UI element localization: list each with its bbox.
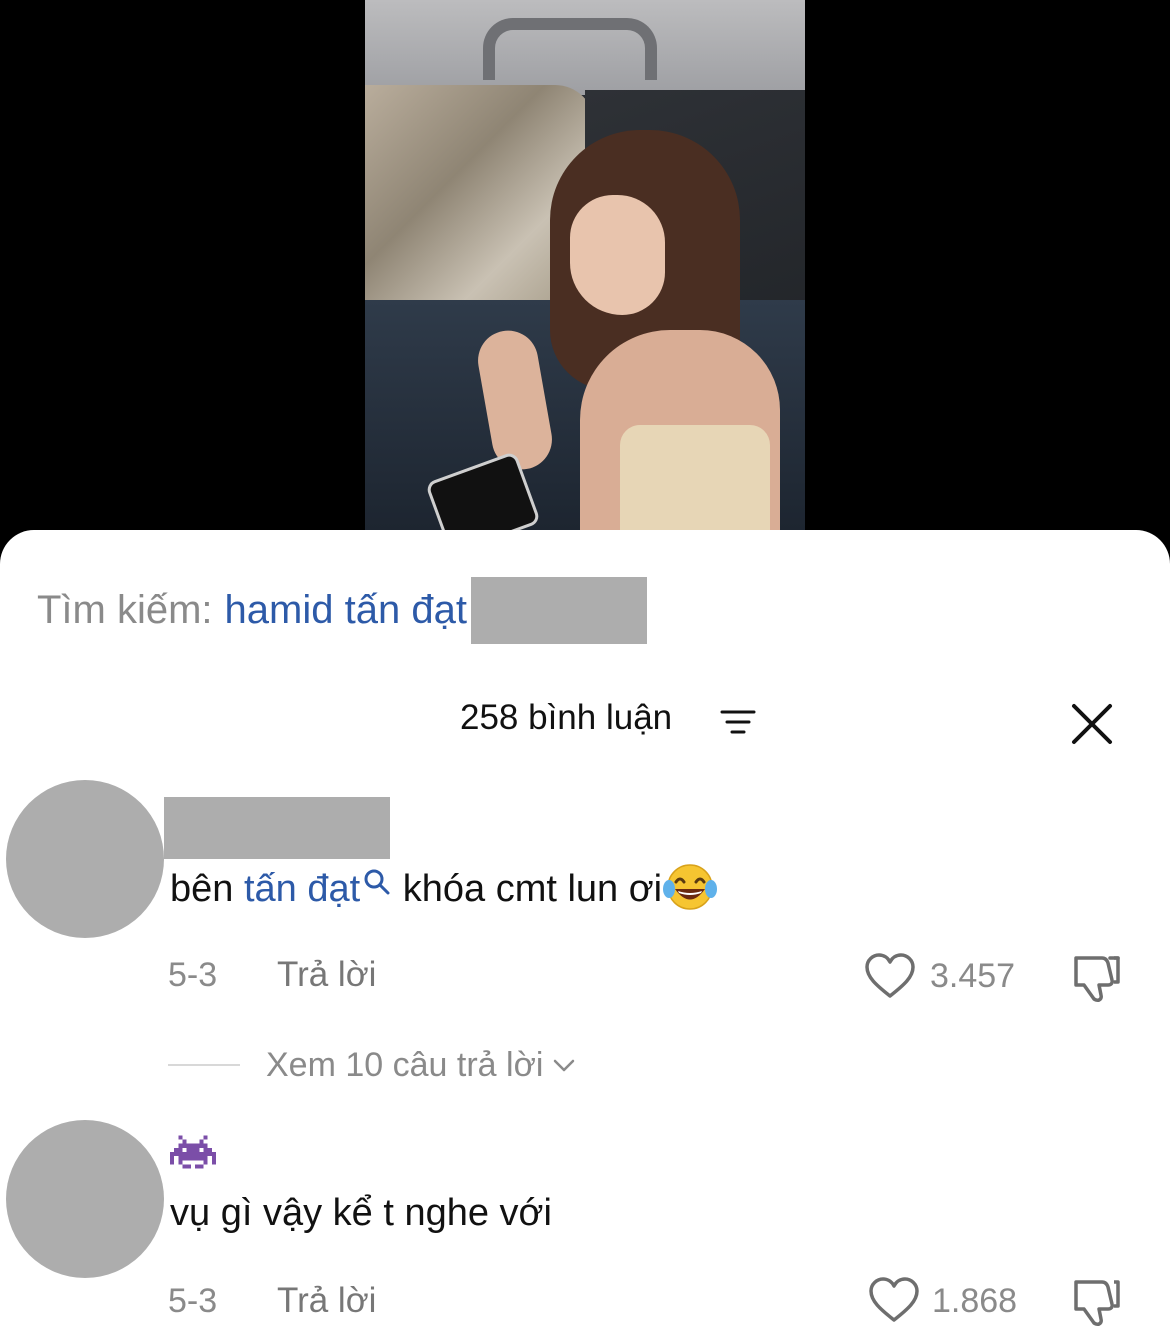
redacted-username <box>164 797 390 859</box>
dislike-icon[interactable] <box>1070 950 1124 1004</box>
filter-icon[interactable] <box>720 708 756 736</box>
avatar[interactable] <box>6 1120 164 1278</box>
comment-mention-link[interactable]: tấn đạt <box>244 868 360 910</box>
view-replies-button[interactable]: Xem 10 câu trả lời <box>168 1040 577 1090</box>
video-player[interactable] <box>365 0 805 530</box>
search-icon[interactable] <box>362 868 392 898</box>
comment-text: bên tấn đạt khóa cmt lun ơi <box>170 864 718 916</box>
replies-divider <box>168 1064 240 1066</box>
chevron-down-icon <box>554 1059 575 1072</box>
close-icon[interactable] <box>1068 700 1116 748</box>
video-area <box>0 0 1170 560</box>
comment-text-before: bên <box>170 868 244 911</box>
comment-text: vụ gì vậy kể t nghe với <box>170 1192 552 1234</box>
comment-date: 5-3 <box>168 956 218 994</box>
search-query[interactable]: hamid tấn đạt <box>225 588 467 633</box>
comments-header: 258 bình luận <box>0 690 1170 750</box>
comments-count-title: 258 bình luận <box>460 698 673 737</box>
heart-icon[interactable] <box>864 952 916 1000</box>
comments-sheet: Tìm kiếm: hamid tấn đạt 258 bình luận bê… <box>0 530 1170 1341</box>
reply-button[interactable]: Trả lời <box>277 1281 376 1321</box>
heart-icon[interactable] <box>868 1276 920 1324</box>
video-person-dress <box>620 425 770 530</box>
dislike-icon[interactable] <box>1070 1274 1124 1328</box>
view-replies-label: Xem 10 câu trả lời <box>266 1045 544 1084</box>
like-count: 1.868 <box>932 1282 1018 1320</box>
search-suggestion[interactable]: Tìm kiếm: hamid tấn đạt <box>37 576 647 644</box>
comment-text-after: khóa cmt lun ơi <box>392 868 663 911</box>
like-count: 3.457 <box>930 957 1016 995</box>
search-label: Tìm kiếm: <box>37 587 213 632</box>
redacted-block <box>470 576 647 644</box>
avatar[interactable] <box>6 780 164 938</box>
reply-button[interactable]: Trả lời <box>277 955 376 995</box>
alien-monster-icon <box>170 1135 216 1169</box>
laugh-emoji-icon <box>663 864 718 910</box>
comment-date: 5-3 <box>168 1282 218 1320</box>
video-person-face <box>570 195 665 315</box>
video-grab-handle <box>483 18 657 80</box>
